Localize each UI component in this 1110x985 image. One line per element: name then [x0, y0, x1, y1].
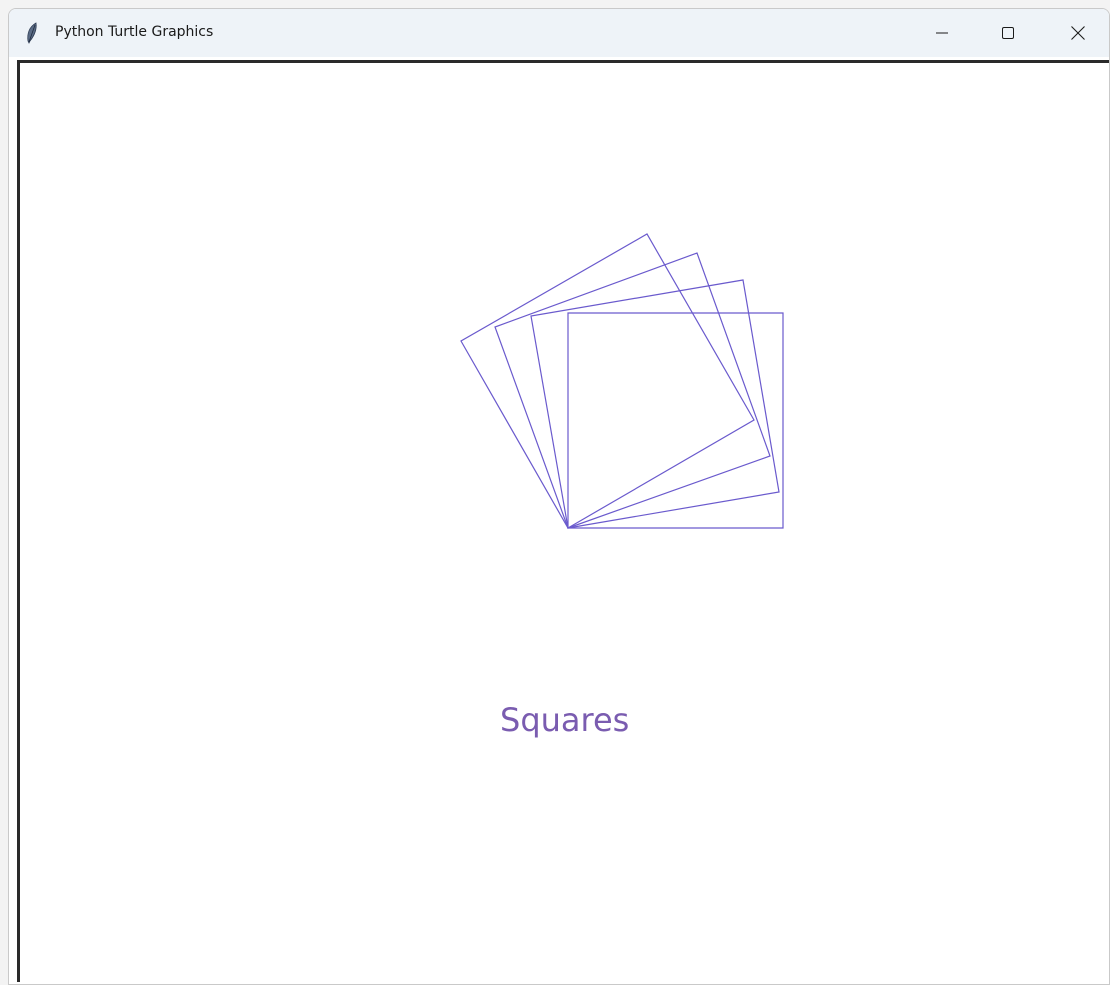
window-title: Python Turtle Graphics [55, 24, 214, 40]
title-bar[interactable]: Python Turtle Graphics [9, 9, 1109, 57]
maximize-icon [1002, 27, 1014, 39]
minimize-button[interactable] [909, 9, 975, 57]
drawing-area [460, 233, 784, 529]
turtle-canvas[interactable]: Squares [17, 60, 1109, 982]
feather-icon [27, 22, 37, 44]
minimize-icon [936, 32, 948, 34]
turtle-window: Python Turtle Graphics Squares [8, 8, 1110, 985]
squares-drawing [460, 233, 784, 529]
square-3 [494, 252, 771, 529]
square-4 [460, 233, 755, 529]
square-1 [567, 312, 784, 529]
maximize-button[interactable] [975, 9, 1041, 57]
close-icon [1071, 26, 1085, 40]
close-button[interactable] [1045, 9, 1109, 57]
canvas-text-label: Squares [500, 701, 630, 739]
